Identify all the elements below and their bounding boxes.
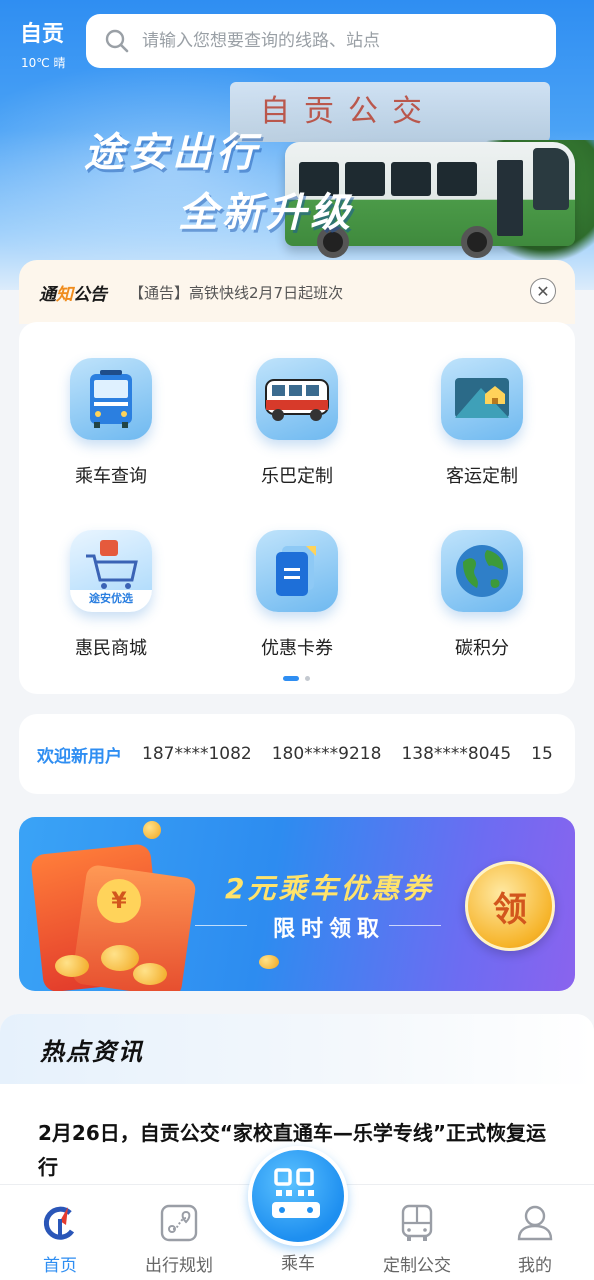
tab-home[interactable]: 首页: [10, 1203, 110, 1276]
welcome-label: 欢迎新用户: [37, 746, 122, 767]
city-bus-icon: [70, 358, 152, 440]
service-grid: 乘车查询 乐巴定制 客运定制 途安优选 惠民商城 优惠卡券 碳积分: [19, 322, 575, 694]
coupon-title: 2元乘车优惠券: [225, 872, 434, 905]
banner-slogan-line2: 全新升级: [178, 190, 354, 236]
route-map-icon: [159, 1203, 199, 1243]
bus-outline-icon: [397, 1203, 437, 1243]
user-number: 138****8045: [401, 744, 512, 764]
user-number: 187****1082: [142, 744, 252, 764]
tab-label: 定制公交: [383, 1256, 451, 1276]
divider-line: [389, 925, 441, 926]
claim-coupon-button[interactable]: 领: [465, 861, 555, 951]
coupon-subtitle: 限时领取: [273, 917, 386, 942]
user-number: 180****9218: [271, 744, 382, 764]
page-dot: [305, 676, 310, 681]
service-label: 乐巴定制: [261, 466, 333, 487]
service-label: 客运定制: [446, 466, 518, 487]
coupon-document-icon: [256, 530, 338, 612]
bus-window: [437, 162, 477, 196]
banner-slogan-line1: 途安出行: [84, 130, 260, 176]
user-icon: [515, 1203, 555, 1243]
welcome-new-users: 欢迎新用户 187****1082 180****9218 138****804…: [19, 714, 575, 794]
search-input[interactable]: [142, 31, 522, 51]
service-ride-query[interactable]: 乘车查询: [41, 358, 181, 488]
mall-badge: 途安优选: [89, 592, 133, 605]
tab-custom-bus[interactable]: 定制公交: [367, 1203, 467, 1276]
coin-icon: [101, 945, 139, 971]
service-label: 乘车查询: [75, 466, 147, 487]
tab-ride-label: 乘车: [281, 1254, 315, 1274]
service-label: 惠民商城: [75, 638, 147, 659]
service-coupons[interactable]: 优惠卡券: [227, 530, 367, 660]
coin-icon: [55, 955, 89, 977]
coupon-banner[interactable]: ¥ 2元乘车优惠券 限时领取 领: [19, 817, 575, 991]
bus-windshield: [533, 148, 569, 210]
service-label: 优惠卡券: [261, 638, 333, 659]
tab-label: 我的: [518, 1256, 552, 1276]
bus-window: [391, 162, 431, 196]
search-bar[interactable]: [86, 14, 556, 68]
weather-text: 10℃ 晴: [21, 56, 66, 70]
news-section-title: 热点资讯: [40, 1037, 144, 1066]
qr-bus-icon: [272, 1168, 320, 1218]
ticket-house-icon: [441, 358, 523, 440]
home-logo-icon: [40, 1203, 80, 1243]
coin-icon: [133, 963, 167, 985]
globe-icon: [441, 530, 523, 612]
user-number: 15: [531, 744, 553, 764]
tab-trip-planning[interactable]: 出行规划: [129, 1203, 229, 1276]
tab-mine[interactable]: 我的: [485, 1203, 585, 1276]
tab-ride-button[interactable]: [248, 1146, 348, 1246]
notice-tag-part1: 通: [39, 284, 56, 305]
service-carbon-points[interactable]: 碳积分: [412, 530, 552, 660]
header-banner[interactable]: 自贡公交 途安出行 全新升级 自贡 10℃ 晴: [0, 0, 594, 290]
gate-sign-text: 自贡公交: [260, 94, 436, 129]
coin-icon: [143, 821, 161, 839]
search-icon: [105, 29, 129, 53]
service-leba-custom[interactable]: 乐巴定制: [227, 358, 367, 488]
yuan-seal-icon: ¥: [97, 879, 141, 923]
tab-label: 首页: [43, 1256, 77, 1276]
city-title[interactable]: 自贡: [20, 16, 64, 48]
notice-tag: 通知公告: [39, 280, 107, 305]
close-icon[interactable]: ✕: [530, 278, 556, 304]
service-passenger-custom[interactable]: 客运定制: [412, 358, 552, 488]
page-dot-active: [283, 676, 299, 681]
coin-icon: [259, 955, 279, 969]
divider-line: [195, 925, 247, 926]
service-mall[interactable]: 途安优选 惠民商城: [41, 530, 181, 660]
notice-text[interactable]: 【通告】高铁快线2月7日起班次: [129, 282, 343, 303]
service-label: 碳积分: [455, 638, 509, 659]
notice-bar[interactable]: 通知公告 【通告】高铁快线2月7日起班次 ✕: [19, 260, 575, 324]
shopping-cart-icon: 途安优选: [70, 530, 152, 612]
news-header: 热点资讯: [0, 1014, 594, 1084]
notice-tag-part2: 公告: [73, 284, 107, 305]
bus-door: [497, 160, 523, 236]
page-indicator: [283, 676, 310, 681]
minibus-icon: [256, 358, 338, 440]
bus-wheel: [461, 226, 493, 258]
tab-label: 出行规划: [145, 1256, 213, 1276]
notice-tag-highlight: 知: [56, 284, 73, 305]
